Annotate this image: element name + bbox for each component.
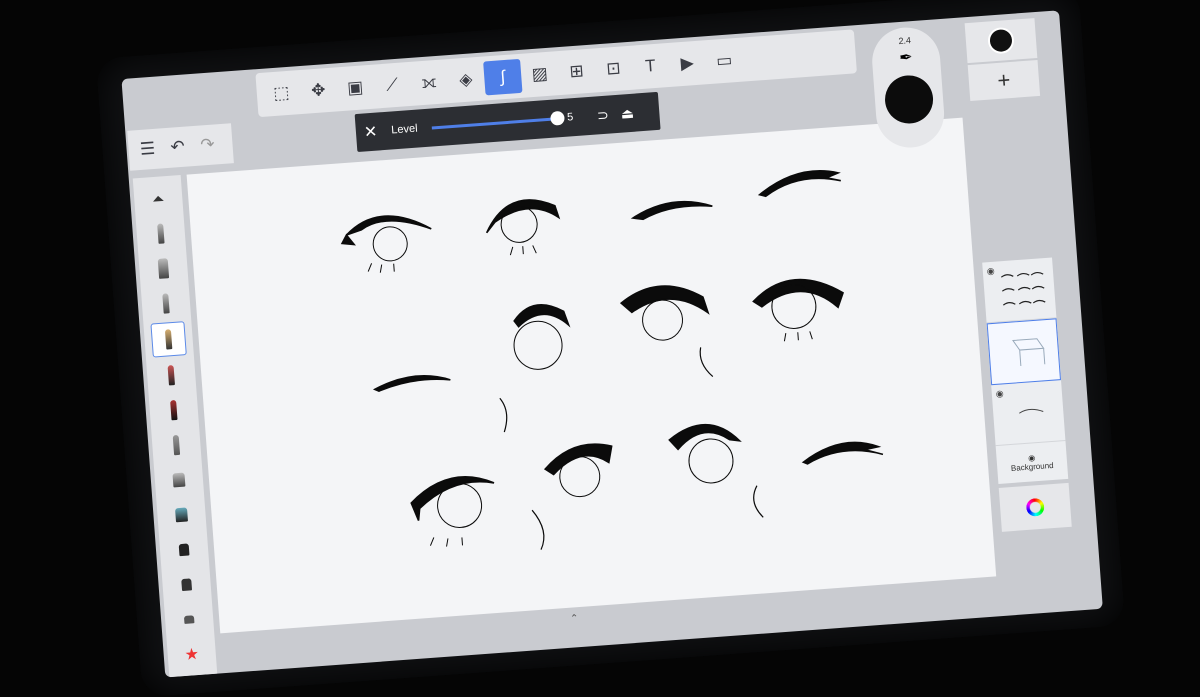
image-icon[interactable]: ▨ <box>520 56 559 93</box>
slider-thumb[interactable] <box>549 110 565 126</box>
layer-thumbnail <box>1000 271 1046 306</box>
layer-item-selected[interactable] <box>986 318 1062 386</box>
frame-icon[interactable]: ▭ <box>705 43 744 80</box>
fine-brush[interactable] <box>157 393 191 427</box>
close-icon[interactable]: ✕ <box>363 122 378 143</box>
magnet-icon[interactable]: ⊃ <box>596 106 609 124</box>
pen-brush[interactable] <box>149 286 183 320</box>
fill-icon[interactable]: ▣ <box>336 70 375 107</box>
pencil-brush[interactable] <box>144 217 178 251</box>
chisel-brush[interactable] <box>162 463 196 497</box>
undo-icon[interactable]: ↶ <box>161 129 193 165</box>
time-lapse-icon[interactable]: ⊡ <box>594 51 633 88</box>
visibility-icon[interactable]: ◉ <box>986 266 995 278</box>
visibility-icon[interactable]: ◉ <box>995 388 1004 400</box>
video-icon[interactable]: ▶ <box>668 45 707 82</box>
eye-sketch <box>630 200 713 221</box>
menu-icon[interactable]: ☰ <box>131 131 163 167</box>
symmetry-icon[interactable]: ⟗ <box>409 64 448 101</box>
layer-thumbnail <box>1012 338 1046 367</box>
eye-sketch <box>485 199 561 256</box>
hard-eraser-brush[interactable] <box>170 568 204 602</box>
background-label: Background <box>1010 460 1054 473</box>
color-editor-button[interactable] <box>998 482 1072 532</box>
eye-sketch <box>757 170 841 198</box>
smudge-brush[interactable] <box>164 498 198 532</box>
layer-thumbnail <box>1019 408 1044 414</box>
level-label: Level <box>390 122 418 137</box>
layer-item[interactable]: ◉ <box>991 380 1066 447</box>
texture-brush[interactable] <box>172 602 206 636</box>
redo-icon[interactable]: ↷ <box>191 127 223 163</box>
transform-icon[interactable]: ✥ <box>299 72 338 109</box>
favorite-star-icon[interactable]: ★ <box>175 637 209 671</box>
app-screen: ⬚ ✥ ▣ ⟋ ⟗ ◈ ∫ ▨ ⊞ ⊡ T ▶ ▭ ☰ ↶ ↷ ✕ Level <box>121 10 1103 678</box>
eye-sketch <box>372 375 451 392</box>
shapes-icon[interactable]: ◈ <box>446 62 485 99</box>
level-slider[interactable] <box>431 110 565 130</box>
eye-sketch <box>801 441 884 465</box>
layer-item[interactable]: ◉ <box>982 257 1057 324</box>
brush-collapse-icon[interactable]: ⏶ <box>141 182 175 216</box>
marker-brush[interactable] <box>146 251 180 285</box>
eye-sketch <box>340 215 432 273</box>
eye-sketch <box>410 476 495 547</box>
brush-pen-brush[interactable] <box>154 358 188 392</box>
curve-icon[interactable]: ∫ <box>483 58 523 96</box>
current-color-swatch[interactable] <box>987 26 1015 55</box>
pen-icon: ✒ <box>898 49 914 68</box>
eye-sketch <box>668 423 764 518</box>
brush-preview[interactable] <box>883 73 935 126</box>
airbrush-brush[interactable] <box>159 428 193 462</box>
canvas-drawing <box>340 170 884 550</box>
commit-icon[interactable]: ⏏ <box>620 104 634 122</box>
eye-sketch <box>619 285 714 378</box>
eye-sketch <box>499 304 571 433</box>
color-wheel-icon <box>1025 497 1045 517</box>
ruler-icon[interactable]: ⟋ <box>372 67 411 104</box>
text-icon[interactable]: T <box>631 48 670 85</box>
level-value: 5 <box>566 111 574 124</box>
eye-sketch <box>531 443 613 550</box>
perspective-icon[interactable]: ⊞ <box>557 53 596 90</box>
eraser-brush[interactable] <box>167 533 201 567</box>
background-layer[interactable]: ◉ Background <box>996 441 1069 484</box>
select-icon[interactable]: ⬚ <box>262 75 301 112</box>
add-layer-button[interactable]: + <box>967 59 1041 102</box>
brush-size-control[interactable]: 2.4 ✒ <box>869 25 947 150</box>
ink-pen-brush[interactable] <box>150 321 187 358</box>
eye-sketch <box>752 278 844 342</box>
color-puck[interactable] <box>964 18 1038 64</box>
chevron-up-icon[interactable]: ⌃ <box>570 613 579 625</box>
layers-panel: ◉ ◉ ◉ Background <box>982 257 1069 484</box>
tablet-bezel: ⬚ ✥ ▣ ⟋ ⟗ ◈ ∫ ▨ ⊞ ⊡ T ▶ ▭ ☰ ↶ ↷ ✕ Level <box>95 0 1126 697</box>
drawing-canvas[interactable] <box>186 117 997 634</box>
brush-size-value: 2.4 <box>898 35 912 47</box>
mini-toolbar: ☰ ↶ ↷ <box>127 123 234 171</box>
